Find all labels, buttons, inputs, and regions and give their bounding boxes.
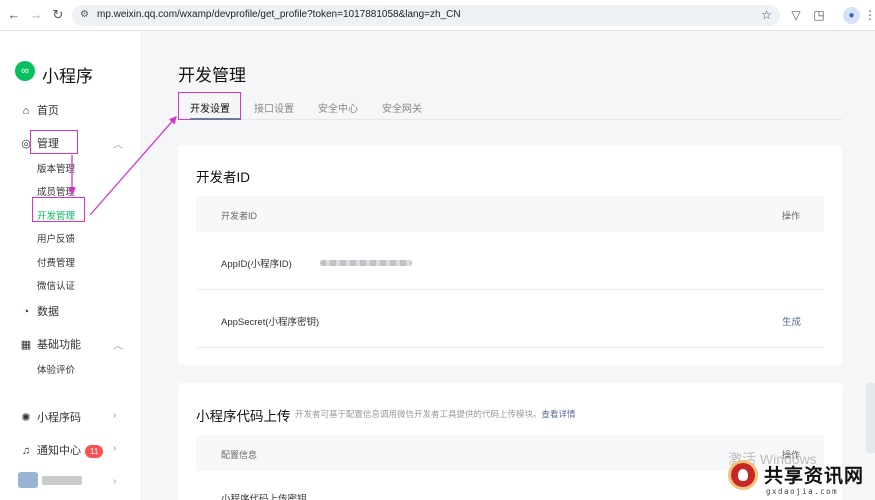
- home-icon: ⌂: [22, 105, 30, 117]
- sidebar-item-feedback[interactable]: 用户反馈: [37, 231, 75, 245]
- sidebar: ∞ 小程序 ⌂ 首页 ◎ 管理 ︿ 版本管理 成员管理 开发管理 用户反馈 付费管理…: [0, 31, 140, 500]
- sidebar-item-version[interactable]: 版本管理: [37, 161, 75, 175]
- column-header-id: 开发者ID: [221, 211, 258, 221]
- card-title: 开发者ID: [196, 170, 250, 185]
- column-header-config: 配置信息: [221, 450, 258, 460]
- settings-icon: ◎: [21, 138, 31, 150]
- notification-badge: 11: [85, 444, 104, 458]
- pie-chart-icon: ◔: [22, 306, 30, 318]
- sidebar-item-experience[interactable]: 体验评价: [37, 362, 75, 376]
- profile-icon[interactable]: ●: [843, 7, 860, 24]
- url-text[interactable]: mp.weixin.qq.com/wxamp/devprofile/get_pr…: [97, 9, 461, 20]
- sidebar-item-basic[interactable]: ▦ 基础功能: [20, 336, 81, 352]
- brand-domain: gxdaojia.com: [766, 487, 839, 496]
- chevron-up-icon[interactable]: ︿: [113, 337, 123, 352]
- sidebar-item-notifications[interactable]: ♫ 通知中心 11: [20, 442, 104, 458]
- sidebar-item-members[interactable]: 成员管理: [37, 184, 75, 198]
- app-name: 小程序: [42, 67, 93, 86]
- address-bar[interactable]: ⚙ mp.weixin.qq.com/wxamp/devprofile/get_…: [72, 5, 780, 26]
- sidebar-item-data[interactable]: ◔ 数据: [20, 303, 59, 319]
- brand-logo-icon: [728, 460, 758, 490]
- tab-dev-settings[interactable]: 开发设置: [190, 100, 230, 115]
- brand-name: 共享资讯网: [764, 465, 865, 487]
- browser-toolbar: ← → ↻ ⚙ mp.weixin.qq.com/wxamp/devprofil…: [0, 0, 875, 31]
- avatar[interactable]: [18, 472, 38, 488]
- extensions-icon[interactable]: ◳: [811, 7, 827, 23]
- sidebar-item-dev-manage[interactable]: 开发管理: [37, 208, 75, 222]
- card-title: 小程序代码上传: [196, 409, 291, 424]
- table-header: 开发者ID 操作: [196, 196, 824, 232]
- tab-security-center[interactable]: 安全中心: [318, 100, 358, 115]
- sidebar-item-mini-code[interactable]: ✺ 小程序码: [20, 409, 81, 425]
- chevron-right-icon[interactable]: ›: [113, 410, 116, 421]
- sidebar-item-home[interactable]: ⌂ 首页: [20, 102, 59, 118]
- extension-filter-icon[interactable]: ▽: [788, 7, 804, 23]
- bookmark-star-icon[interactable]: ☆: [761, 8, 772, 22]
- table-row: AppID(小程序ID): [196, 232, 824, 290]
- tab-bar: 开发设置 接口设置 安全中心 安全网关: [178, 92, 842, 120]
- account-name-masked: [42, 476, 82, 485]
- site-watermark-logo: 共享资讯网 gxdaojia.com: [722, 458, 875, 500]
- appid-label: AppID(小程序ID): [221, 259, 292, 270]
- card-description: 开发者可基于配置信息调用微信开发者工具提供的代码上传模块。查看详情: [295, 409, 576, 419]
- sidebar-item-payment[interactable]: 付费管理: [37, 255, 75, 269]
- side-panel-edge: [866, 383, 875, 453]
- forward-icon[interactable]: →: [29, 8, 43, 22]
- active-tab-indicator: [190, 118, 240, 120]
- bell-icon: ♫: [21, 445, 31, 457]
- view-details-link[interactable]: 查看详情: [542, 409, 576, 419]
- reload-icon[interactable]: ↻: [51, 8, 65, 22]
- chevron-right-icon[interactable]: ›: [113, 476, 116, 487]
- tab-security-gateway[interactable]: 安全网关: [382, 100, 422, 115]
- generate-secret-link[interactable]: 生成: [782, 314, 801, 328]
- chevron-up-icon[interactable]: ︿: [113, 136, 123, 151]
- sun-icon: ✺: [21, 412, 31, 424]
- table-row: AppSecret(小程序密钥) 生成: [196, 290, 824, 348]
- developer-id-card: 开发者ID 开发者ID 操作 AppID(小程序ID) AppSecret(小程…: [178, 145, 842, 365]
- chevron-right-icon[interactable]: ›: [113, 443, 116, 454]
- page-title: 开发管理: [178, 66, 246, 85]
- sidebar-item-verify[interactable]: 微信认证: [37, 278, 75, 292]
- back-icon[interactable]: ←: [7, 8, 21, 22]
- appid-value-masked: [320, 260, 412, 266]
- appsecret-label: AppSecret(小程序密钥): [221, 317, 320, 328]
- sidebar-item-manage[interactable]: ◎ 管理: [20, 135, 59, 151]
- column-header-action: 操作: [782, 211, 801, 221]
- mini-program-logo-icon: ∞: [15, 61, 35, 81]
- site-info-icon[interactable]: ⚙: [80, 9, 92, 21]
- menu-icon[interactable]: ⋮: [862, 7, 875, 23]
- upload-key-label: 小程序代码上传密钥: [221, 494, 307, 500]
- tab-api-settings[interactable]: 接口设置: [254, 100, 294, 115]
- grid-icon: ▦: [20, 339, 32, 351]
